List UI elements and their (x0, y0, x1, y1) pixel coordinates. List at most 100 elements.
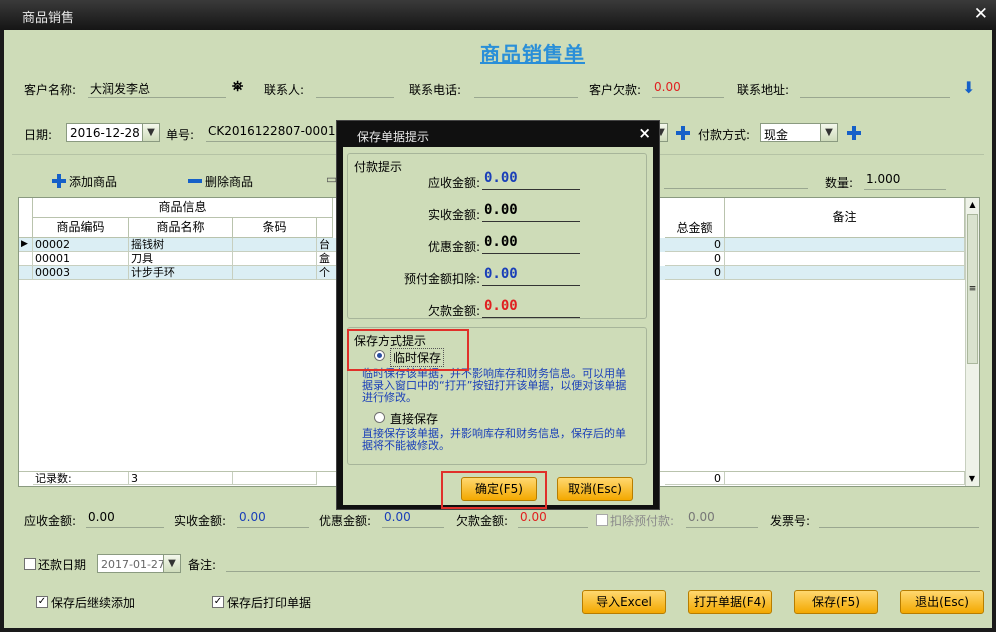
qty-field[interactable]: 1.000 (864, 172, 946, 190)
row-indicator (19, 252, 33, 266)
arrow-down-icon[interactable]: ⬇ (962, 78, 975, 97)
row-indicator: ▶ (19, 238, 33, 252)
dlg-received-value[interactable]: 0.00 (482, 202, 580, 222)
phone-label: 联系电话: (409, 83, 462, 97)
customer-field[interactable]: 大润发李总 (88, 80, 226, 98)
dlg-received-label: 实收金额: (427, 208, 480, 222)
delete-goods-icon[interactable] (188, 179, 202, 183)
dialog-body: 付款提示 应收金额: 0.00 实收金额: 0.00 优惠金额: 0.00 预付… (343, 147, 653, 509)
page-title: 商品销售单 (480, 42, 585, 66)
repay-checkbox[interactable] (24, 558, 36, 570)
chevron-down-icon[interactable]: ▼ (163, 555, 180, 572)
import-excel-button[interactable]: 导入Excel (582, 590, 666, 614)
grid-corner (19, 198, 33, 238)
binoculars-icon[interactable]: ⛯ (232, 79, 243, 95)
phone-field[interactable] (474, 80, 578, 98)
print-after-checkbox[interactable]: ✓ (212, 596, 224, 608)
dlg-arrears-value: 0.00 (482, 298, 580, 318)
row-total: 0 (665, 252, 725, 266)
invoice-label: 发票号: (770, 514, 811, 528)
col-barcode: 条码 (233, 218, 317, 238)
pay-group-title: 付款提示 (354, 160, 403, 174)
col-unit (317, 218, 333, 238)
invoice-field[interactable] (819, 510, 979, 528)
row-barcode (233, 266, 317, 280)
row-indicator (19, 266, 33, 280)
direct-save-label[interactable]: 直接保存 (390, 410, 438, 427)
row-code: 00001 (33, 252, 129, 266)
sales-window: 商品销售 ✕ 商品销售单 客户名称: 大润发李总 ⛯ 联系人: 联系电话: 客户… (0, 0, 996, 632)
payment-select[interactable]: 现金 ▼ (760, 123, 838, 142)
save-dialog: 保存单据提示 × 付款提示 应收金额: 0.00 实收金额: 0.00 优惠金额… (336, 120, 660, 510)
address-field[interactable] (800, 80, 950, 98)
repay-date-picker[interactable]: 2017-01-27 ▼ (97, 554, 181, 573)
pay-group: 付款提示 应收金额: 0.00 实收金额: 0.00 优惠金额: 0.00 预付… (347, 153, 647, 319)
window-title: 商品销售 (22, 11, 75, 26)
group-header: 商品信息 (33, 198, 333, 218)
row-remark (725, 238, 965, 252)
scroll-down-icon[interactable]: ▼ (966, 472, 978, 486)
open-doc-button[interactable]: 打开单据(F4) (688, 590, 772, 614)
close-icon[interactable]: ✕ (974, 4, 988, 24)
contact-field[interactable] (316, 80, 394, 98)
exit-button[interactable]: 退出(Esc) (900, 590, 984, 614)
prepay-checkbox[interactable] (596, 514, 608, 526)
toolbar-field[interactable] (664, 171, 808, 189)
add-payment-icon[interactable] (847, 126, 861, 140)
date-picker[interactable]: 2016-12-28 ▼ (66, 123, 160, 142)
dlg-prepay-label: 预付金额扣除: (403, 272, 480, 286)
prepay-label: 扣除预付款: (610, 514, 675, 528)
vertical-scrollbar[interactable]: ▲ ≡ ▼ (965, 198, 979, 486)
delete-goods-button[interactable]: 删除商品 (205, 173, 253, 190)
scroll-thumb[interactable]: ≡ (967, 214, 978, 364)
row-remark (725, 252, 965, 266)
remark-field[interactable] (226, 554, 980, 572)
footer-remark (725, 472, 965, 485)
temp-save-desc: 临时保存该单据，并不影响库存和财务信息。可以用单据录入窗口中的“打开”按钮打开该… (362, 367, 627, 404)
scroll-up-icon[interactable]: ▲ (966, 198, 979, 212)
footer-blank (233, 472, 317, 485)
add-goods-button[interactable]: 添加商品 (69, 173, 117, 190)
receivable-label: 应收金额: (24, 514, 77, 528)
dlg-discount-value[interactable]: 0.00 (482, 234, 580, 254)
direct-save-radio[interactable] (374, 412, 385, 423)
contact-label: 联系人: (264, 83, 305, 97)
ok-highlight (441, 471, 547, 509)
debt-label: 客户欠款: (589, 83, 642, 97)
add-icon[interactable] (676, 126, 690, 140)
dialog-close-icon[interactable]: × (638, 124, 651, 142)
col-code: 商品编码 (33, 218, 129, 238)
arrears-label: 欠款金额: (456, 514, 509, 528)
payment-label: 付款方式: (698, 128, 751, 142)
date-label: 日期: (24, 128, 53, 142)
dlg-prepay-value: 0.00 (482, 266, 580, 286)
row-total: 0 (665, 266, 725, 280)
discount-field: 0.00 (382, 510, 444, 528)
col-total: 总金额 (665, 198, 725, 238)
continue-add-checkbox[interactable]: ✓ (36, 596, 48, 608)
date-value: 2016-12-28 (70, 126, 140, 140)
discount-label: 优惠金额: (319, 514, 372, 528)
chevron-down-icon[interactable]: ▼ (142, 124, 159, 141)
footer-count: 3 (129, 472, 233, 485)
number-label: 单号: (166, 128, 195, 142)
cancel-button[interactable]: 取消(Esc) (557, 477, 633, 501)
chevron-down-icon[interactable]: ▼ (820, 124, 837, 141)
add-goods-icon[interactable] (52, 174, 66, 188)
number-field: CK2016122807-0001 (206, 124, 338, 142)
title-bar: 商品销售 ✕ (0, 0, 996, 30)
row-name: 计步手环 (129, 266, 233, 280)
received-label: 实收金额: (174, 514, 227, 528)
row-remark (725, 266, 965, 280)
row-total: 0 (665, 238, 725, 252)
col-remark: 备注 (725, 198, 965, 238)
remark-label: 备注: (188, 558, 217, 572)
repay-label: 还款日期 (38, 558, 87, 572)
dialog-title: 保存单据提示 (357, 130, 430, 144)
row-barcode (233, 252, 317, 266)
qty-label: 数量: (825, 176, 854, 190)
save-button[interactable]: 保存(F5) (794, 590, 878, 614)
payment-value: 现金 (764, 128, 789, 142)
row-code: 00003 (33, 266, 129, 280)
save-mode-highlight (347, 329, 469, 371)
